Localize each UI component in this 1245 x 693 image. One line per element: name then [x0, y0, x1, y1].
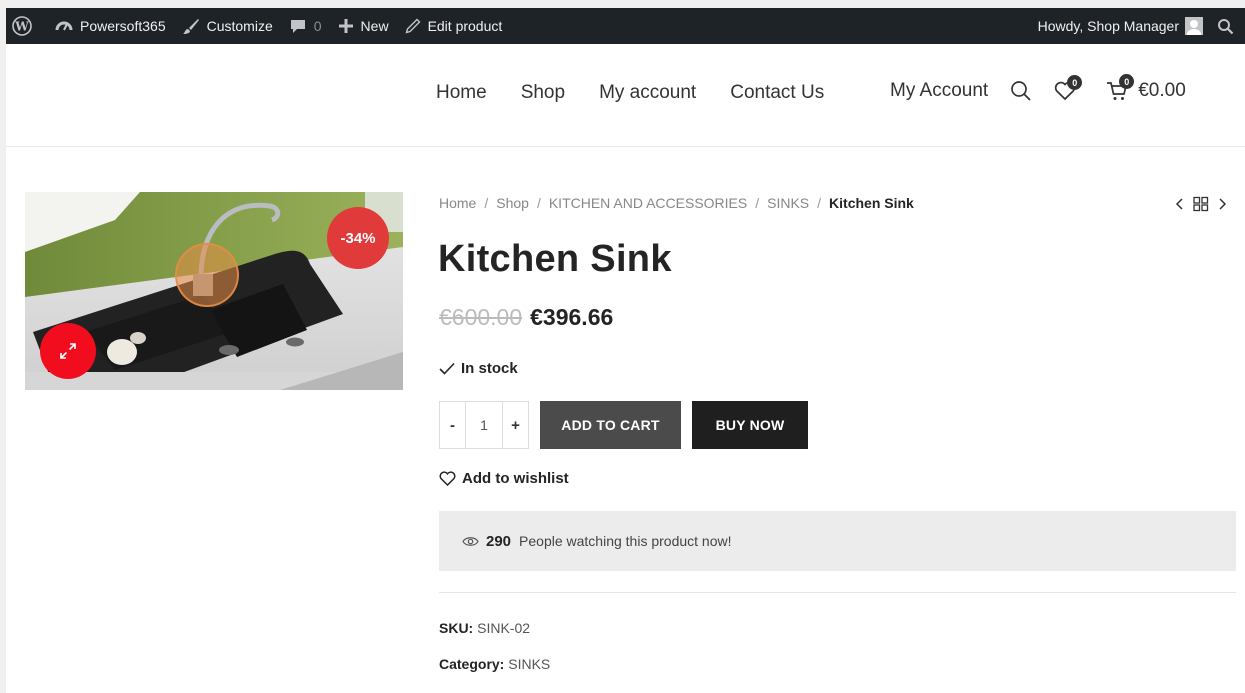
admin-bar: W Powersoft365 Customize 0 New Edit prod… — [6, 8, 1245, 44]
nav-item-shop[interactable]: Shop — [521, 82, 565, 104]
my-account-link[interactable]: My Account — [890, 80, 988, 102]
breadcrumb-separator: / — [484, 195, 489, 211]
product-sku: SKU: SINK-02 — [439, 620, 530, 636]
next-product-icon[interactable] — [1216, 197, 1228, 211]
watching-text: People watching this product now! — [519, 533, 732, 549]
site-name: Powersoft365 — [80, 18, 166, 34]
breadcrumb-home[interactable]: Home — [439, 195, 476, 211]
wishlist-count-badge: 0 — [1067, 75, 1083, 90]
site-header: Home Shop My account Contact Us My Accou… — [6, 44, 1245, 147]
search-icon — [1218, 18, 1234, 34]
previous-product-icon[interactable] — [1174, 197, 1186, 211]
main-nav: Home Shop My account Contact Us — [436, 82, 858, 104]
regular-price: €600.00 — [439, 304, 523, 330]
product-category: Category: SINKS — [439, 656, 550, 672]
search-icon — [1011, 81, 1031, 101]
new-content-menu[interactable]: New — [330, 8, 397, 44]
sku-label: SKU: — [439, 620, 474, 636]
pencil-icon — [405, 18, 421, 34]
cart-count-badge: 0 — [1119, 74, 1135, 89]
grid-icon[interactable] — [1192, 196, 1210, 212]
plus-icon — [338, 19, 353, 33]
image-hotspot[interactable] — [175, 243, 239, 307]
add-to-cart-button[interactable]: ADD TO CART — [540, 401, 681, 449]
heart-icon — [439, 471, 456, 486]
category-label: Category: — [439, 656, 505, 672]
eye-icon — [462, 536, 479, 546]
category-link[interactable]: SINKS — [508, 656, 550, 672]
buy-now-button[interactable]: BUY NOW — [692, 401, 808, 449]
cart-button[interactable]: 0 — [1106, 74, 1135, 102]
svg-text:W: W — [14, 20, 29, 34]
edit-product-label: Edit product — [427, 18, 503, 34]
breadcrumb-current: Kitchen Sink — [829, 195, 914, 211]
adminbar-search[interactable] — [1211, 8, 1245, 44]
customize-link[interactable]: Customize — [174, 8, 281, 44]
breadcrumb-shop[interactable]: Shop — [496, 195, 529, 211]
avatar — [1185, 17, 1203, 35]
edit-product-link[interactable]: Edit product — [397, 8, 511, 44]
breadcrumb-separator: / — [755, 195, 760, 211]
discount-badge: -34% — [327, 207, 389, 269]
page-frame: W Powersoft365 Customize 0 New Edit prod… — [6, 8, 1245, 693]
wordpress-menu[interactable]: W — [6, 8, 47, 44]
breadcrumb: Home / Shop / KITCHEN AND ACCESSORIES / … — [439, 195, 914, 211]
breadcrumb-separator: / — [817, 195, 822, 211]
comments-link[interactable]: 0 — [281, 8, 330, 44]
nav-item-home[interactable]: Home — [436, 82, 487, 104]
stock-label: In stock — [461, 360, 518, 377]
sale-price: €396.66 — [530, 304, 614, 330]
comment-icon — [290, 20, 305, 33]
sku-value: SINK-02 — [477, 620, 531, 636]
expand-icon — [60, 343, 76, 359]
quantity-stepper: - 1 + — [439, 401, 529, 449]
product-price: €600.00 €396.66 — [439, 304, 613, 331]
brush-icon — [182, 19, 199, 34]
quantity-input[interactable]: 1 — [465, 402, 503, 448]
comments-count: 0 — [313, 18, 322, 34]
nav-item-my-account[interactable]: My account — [599, 82, 696, 104]
howdy-label: Howdy, Shop Manager — [1037, 18, 1179, 34]
wishlist-label: Add to wishlist — [462, 470, 569, 487]
watching-count: 290 — [486, 532, 512, 550]
quantity-increase-button[interactable]: + — [503, 402, 528, 448]
wishlist-button[interactable]: 0 — [1054, 75, 1083, 101]
stock-status: In stock — [439, 360, 518, 377]
site-name-menu[interactable]: Powersoft365 — [47, 8, 174, 44]
header-tools: My Account 0 0 €0.00 — [890, 74, 1186, 102]
product-title: Kitchen Sink — [438, 238, 672, 280]
breadcrumb-sinks[interactable]: SINKS — [767, 195, 809, 211]
quantity-decrease-button[interactable]: - — [440, 402, 465, 448]
visitor-counter: 290 People watching this product now! — [439, 511, 1236, 571]
breadcrumb-kitchen-accessories[interactable]: KITCHEN AND ACCESSORIES — [549, 195, 747, 211]
new-label: New — [360, 18, 389, 34]
zoom-button[interactable] — [40, 323, 96, 379]
breadcrumb-separator: / — [536, 195, 541, 211]
nav-item-contact-us[interactable]: Contact Us — [730, 82, 824, 104]
wordpress-icon: W — [12, 16, 32, 36]
meta-divider — [439, 592, 1236, 593]
dashboard-icon — [55, 21, 73, 31]
cart-total[interactable]: €0.00 — [1138, 80, 1186, 102]
product-image[interactable]: -34% — [25, 192, 403, 390]
account-menu[interactable]: Howdy, Shop Manager — [1030, 8, 1211, 44]
checkmark-icon — [439, 362, 455, 375]
header-search-button[interactable] — [1010, 80, 1032, 102]
customize-label: Customize — [206, 18, 273, 34]
product-navigation — [1174, 196, 1228, 212]
add-to-wishlist-link[interactable]: Add to wishlist — [439, 470, 569, 487]
